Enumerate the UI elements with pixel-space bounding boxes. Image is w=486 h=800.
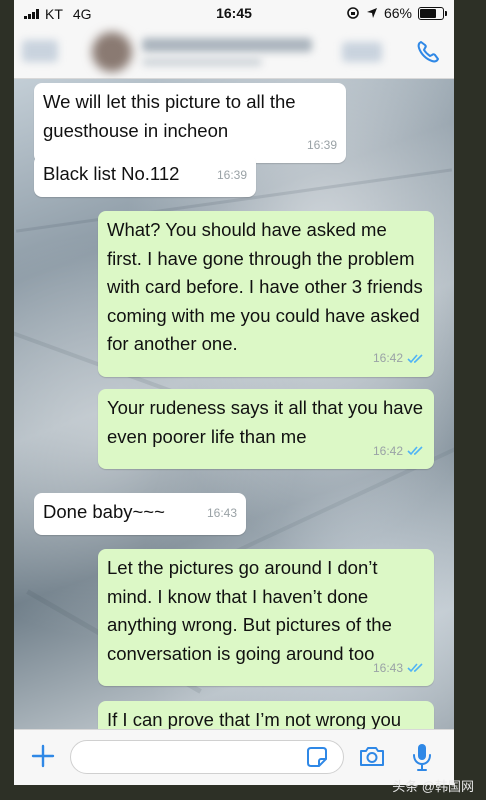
location-icon — [366, 8, 377, 18]
battery-percent: 66% — [383, 5, 412, 21]
message-bubble-outgoing[interactable]: Let the pictures go around I don’t mind.… — [98, 549, 434, 686]
input-bar — [14, 729, 454, 785]
message-time: 16:42 — [372, 443, 403, 458]
message-time: 16:43 — [372, 660, 403, 675]
status-bar: KT 4G 16:45 66% — [14, 0, 454, 26]
message-bubble-outgoing[interactable]: What? You should have asked me first. I … — [98, 211, 434, 377]
watermark: 头条 @韩国网 — [392, 776, 474, 795]
phone-icon[interactable] — [414, 38, 442, 66]
video-call-icon[interactable] — [342, 42, 382, 62]
camera-icon[interactable] — [358, 744, 386, 768]
message-input[interactable] — [70, 740, 344, 774]
watermark-text: 头条 @韩国网 — [392, 779, 474, 794]
chat-header — [14, 26, 454, 79]
message-bubble-outgoing[interactable]: Your rudeness says it all that you have … — [98, 389, 434, 469]
sticker-icon[interactable] — [306, 746, 328, 768]
microphone-icon[interactable] — [412, 742, 432, 772]
contact-name[interactable] — [142, 38, 312, 52]
contact-subtitle — [142, 58, 262, 66]
chat-area[interactable]: We will let this picture to all the gues… — [14, 79, 454, 729]
message-text: Let the pictures go around I don’t mind.… — [107, 557, 392, 664]
message-bubble-incoming[interactable]: Done baby~~~ 16:43 — [34, 493, 246, 535]
orientation-lock-icon — [347, 7, 359, 19]
message-time: 16:39 — [216, 168, 247, 182]
battery-icon — [418, 6, 447, 20]
avatar[interactable] — [92, 32, 132, 72]
read-receipt-icon — [407, 446, 423, 456]
message-text: If I can prove that I’m not wrong you — [107, 709, 402, 729]
read-receipt-icon — [407, 354, 423, 363]
message-time: 16:39 — [306, 137, 337, 152]
message-bubble-outgoing[interactable]: If I can prove that I’m not wrong you — [98, 701, 434, 729]
message-bubble-incoming[interactable]: We will let this picture to all the gues… — [34, 83, 346, 163]
message-text: What? You should have asked me first. I … — [107, 219, 423, 354]
message-time: 16:42 — [372, 351, 403, 365]
message-time: 16:43 — [206, 506, 237, 520]
message-bubble-incoming[interactable]: Black list No.112 16:39 — [34, 155, 256, 197]
phone-screen: KT 4G 16:45 66% We will let this picture… — [14, 0, 454, 785]
back-button[interactable] — [22, 40, 58, 62]
plus-icon[interactable] — [30, 743, 56, 769]
message-text: We will let this picture to all the gues… — [43, 91, 296, 141]
read-receipt-icon — [407, 663, 423, 673]
